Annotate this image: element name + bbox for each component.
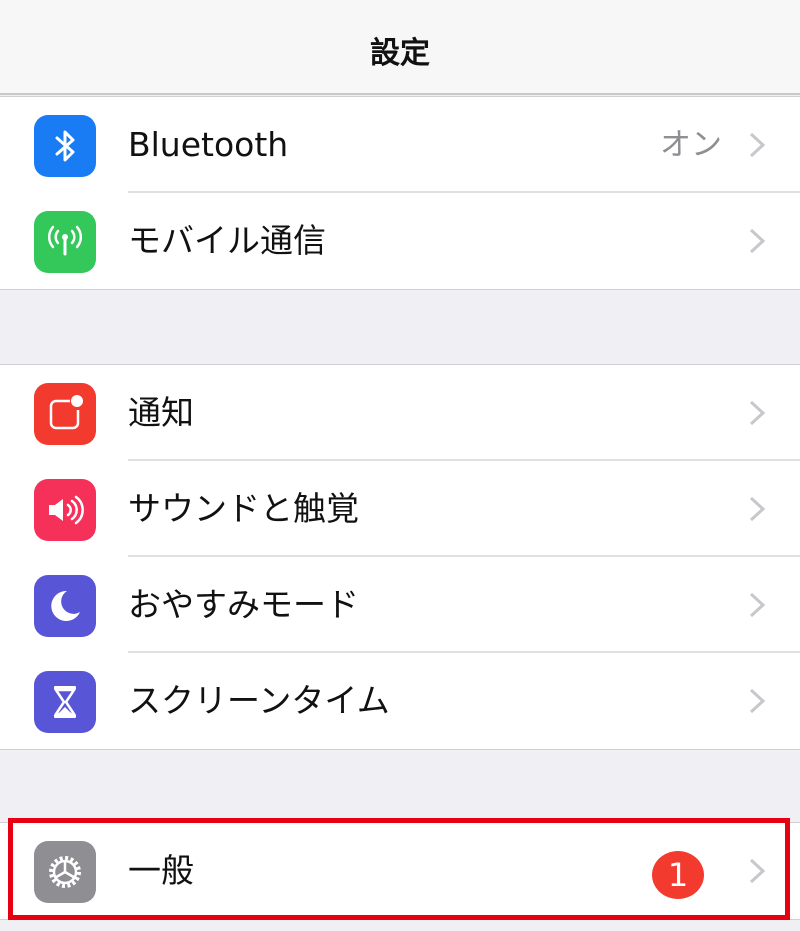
chevron-right-icon (749, 858, 766, 884)
settings-row-do-not-disturb[interactable]: おやすみモード (0, 557, 800, 653)
chevron-right-icon (749, 400, 766, 426)
gear-icon (34, 841, 96, 903)
speaker-icon (34, 479, 96, 541)
settings-row-label: サウンドと触覚 (128, 489, 359, 528)
settings-row-general[interactable]: 一般 1 (0, 823, 800, 919)
hourglass-icon (34, 671, 96, 733)
chevron-right-icon (749, 496, 766, 522)
settings-row-label: 通知 (128, 393, 194, 432)
moon-icon (34, 575, 96, 637)
bluetooth-icon (34, 115, 96, 177)
chevron-right-icon (749, 688, 766, 714)
settings-row-sounds-haptics[interactable]: サウンドと触覚 (0, 461, 800, 557)
update-badge: 1 (652, 851, 704, 899)
page-title: 設定 (370, 36, 430, 71)
bluetooth-status-value: オン (660, 127, 722, 163)
settings-group-general: 一般 1 (0, 822, 800, 920)
settings-row-label: Bluetooth (128, 125, 289, 164)
chevron-right-icon (749, 132, 766, 158)
settings-group-notifications: 通知 サウンドと触覚 おやすみモード スクリーンタイム (0, 364, 800, 750)
chevron-right-icon (749, 228, 766, 254)
settings-row-label: モバイル通信 (128, 221, 326, 260)
settings-row-label: おやすみモード (128, 585, 359, 624)
settings-group-connectivity: Bluetooth オン モバイル通信 (0, 96, 800, 290)
settings-row-label: スクリーンタイム (128, 681, 390, 720)
settings-row-bluetooth[interactable]: Bluetooth オン (0, 97, 800, 193)
notification-icon (34, 383, 96, 445)
settings-row-notifications[interactable]: 通知 (0, 365, 800, 461)
settings-row-mobile-data[interactable]: モバイル通信 (0, 193, 800, 289)
settings-row-label: 一般 (128, 851, 194, 890)
chevron-right-icon (749, 592, 766, 618)
settings-row-screen-time[interactable]: スクリーンタイム (0, 653, 800, 749)
navigation-bar: 設定 (0, 0, 800, 95)
antenna-icon (34, 211, 96, 273)
